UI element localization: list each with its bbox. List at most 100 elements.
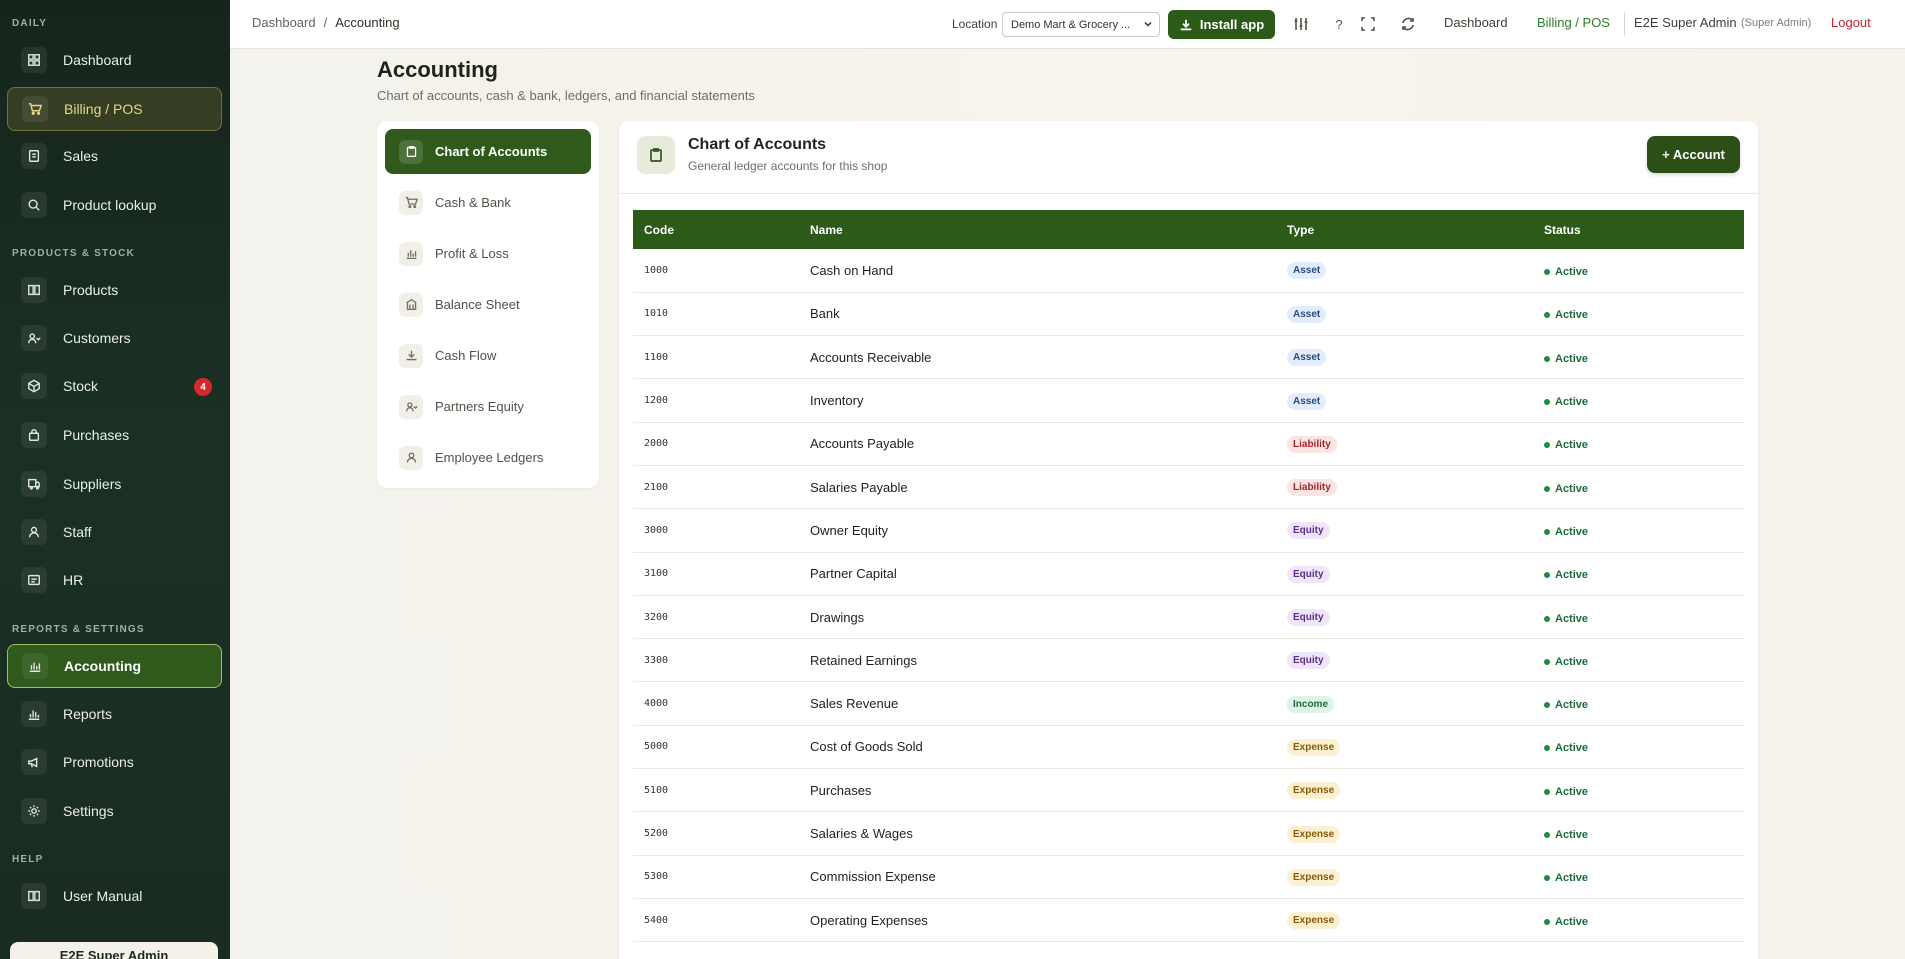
sidebar-item-sales[interactable]: Sales	[7, 134, 222, 178]
status-text: Active	[1555, 872, 1589, 885]
fullscreen-icon[interactable]	[1358, 14, 1378, 34]
table-row[interactable]: 5100 Purchases Expense Active	[633, 768, 1744, 813]
subnav-item-profit-loss[interactable]: Profit & Loss	[385, 231, 591, 276]
status-text: Active	[1555, 396, 1589, 409]
status-text: Active	[1555, 612, 1589, 625]
account-status-cell: Active	[1533, 638, 1744, 683]
topbar-link-dashboard[interactable]: Dashboard	[1444, 15, 1508, 30]
table-row[interactable]: 1200 Inventory Asset Active	[633, 378, 1744, 423]
sidebar-item-label: Customers	[63, 330, 131, 346]
logout-link[interactable]: Logout	[1831, 15, 1871, 30]
subnav-item-partners-equity[interactable]: Partners Equity	[385, 384, 591, 429]
sidebar-item-hr[interactable]: HR	[7, 558, 222, 602]
table-row[interactable]: 1000 Cash on Hand Asset Active	[633, 249, 1744, 293]
status-dot-icon	[1544, 615, 1550, 622]
book-icon	[21, 277, 47, 303]
sidebar-item-accounting[interactable]: Accounting	[7, 644, 222, 688]
status-badge: Active	[1544, 742, 1588, 754]
subnav-item-cash-flow[interactable]: Cash Flow	[385, 333, 591, 378]
status-text: Active	[1555, 352, 1589, 365]
cart-icon	[22, 96, 48, 122]
sidebar-item-user-manual[interactable]: User Manual	[7, 874, 222, 918]
status-badge: Active	[1544, 439, 1588, 451]
users-icon	[399, 394, 423, 419]
breadcrumb-dashboard[interactable]: Dashboard	[252, 15, 316, 30]
location-value: Demo Mart & Grocery ...	[1011, 18, 1131, 31]
help-icon[interactable]: ?	[1329, 14, 1349, 34]
sidebar-user-card[interactable]: E2E Super Admin	[10, 942, 218, 959]
account-status-cell: Active	[1533, 465, 1744, 510]
table-row[interactable]: 3100 Partner Capital Equity Active	[633, 552, 1744, 596]
account-code: 3200	[633, 595, 799, 640]
page-subtitle: Chart of accounts, cash & bank, ledgers,…	[377, 88, 755, 103]
sidebar-item-dashboard[interactable]: Dashboard	[7, 38, 222, 82]
account-type-badge: Asset	[1287, 349, 1327, 367]
table-row[interactable]: 1010 Bank Asset Active	[633, 292, 1744, 337]
table-row[interactable]: 2000 Accounts Payable Liability Active	[633, 422, 1744, 466]
sidebar-item-customers[interactable]: Customers	[7, 316, 222, 360]
account-type-cell: Equity	[1276, 552, 1533, 596]
account-name: Bank	[799, 292, 1276, 337]
sliders-icon[interactable]	[1291, 14, 1311, 34]
bar-chart-icon	[399, 241, 423, 266]
sidebar-item-purchases[interactable]: Purchases	[7, 413, 222, 457]
sidebar-item-label: Accounting	[64, 658, 141, 674]
subnav-item-chart-of-accounts[interactable]: Chart of Accounts	[385, 129, 591, 174]
column-header-name[interactable]: Name	[799, 210, 1276, 249]
account-status-cell: Active	[1533, 335, 1744, 380]
table-row[interactable]: 3200 Drawings Equity Active	[633, 595, 1744, 640]
location-select[interactable]: Demo Mart & Grocery ...	[1002, 12, 1160, 37]
sidebar: DAILY Dashboard Billing / POS Sales Prod…	[0, 0, 230, 959]
sidebar-item-label: Promotions	[63, 754, 134, 770]
account-status-cell: Active	[1533, 292, 1744, 337]
table-row[interactable]: 4000 Sales Revenue Income Active	[633, 681, 1744, 726]
column-header-type[interactable]: Type	[1276, 210, 1533, 249]
account-code: 5100	[633, 768, 799, 813]
download-icon	[1180, 19, 1192, 30]
column-header-code[interactable]: Code	[633, 210, 799, 249]
search-icon	[21, 192, 47, 218]
status-dot-icon	[1544, 268, 1550, 275]
subnav-item-balance-sheet[interactable]: Balance Sheet	[385, 282, 591, 327]
sidebar-item-products[interactable]: Products	[7, 268, 222, 312]
sidebar-item-product-lookup[interactable]: Product lookup	[7, 183, 222, 227]
topbar-link-billing-pos[interactable]: Billing / POS	[1537, 15, 1610, 30]
table-row[interactable]: 5400 Operating Expenses Expense Active	[633, 898, 1744, 943]
sidebar-item-stock[interactable]: Stock 4	[7, 364, 222, 408]
account-status-cell: Active	[1533, 595, 1744, 640]
status-dot-icon	[1544, 702, 1550, 709]
section-title-help: HELP	[12, 854, 44, 865]
megaphone-icon	[21, 749, 47, 775]
subnav-item-label: Cash & Bank	[435, 195, 511, 210]
install-app-button[interactable]: Install app	[1168, 10, 1275, 39]
table-row[interactable]: 1100 Accounts Receivable Asset Active	[633, 335, 1744, 380]
topbar-divider	[1624, 12, 1625, 36]
table-row[interactable]: 3000 Owner Equity Equity Active	[633, 508, 1744, 553]
sidebar-item-staff[interactable]: Staff	[7, 510, 222, 554]
table-row[interactable]: 3300 Retained Earnings Equity Active	[633, 638, 1744, 683]
sidebar-item-reports[interactable]: Reports	[7, 692, 222, 736]
table-row[interactable]: 5000 Cost of Goods Sold Expense Active	[633, 725, 1744, 770]
sidebar-item-promotions[interactable]: Promotions	[7, 740, 222, 784]
column-header-status[interactable]: Status	[1533, 210, 1744, 249]
account-name: Salaries Payable	[799, 465, 1276, 510]
topbar: Dashboard / Accounting Location Demo Mart …	[230, 0, 1905, 49]
table-row[interactable]: 5300 Commission Expense Expense Active	[633, 855, 1744, 899]
table-row[interactable]: 5200 Salaries & Wages Expense Active	[633, 811, 1744, 856]
clipboard-icon	[637, 136, 675, 174]
status-dot-icon	[1544, 312, 1550, 319]
sidebar-item-label: Suppliers	[63, 476, 122, 492]
account-type-badge: Liability	[1287, 479, 1337, 497]
sidebar-item-settings[interactable]: Settings	[7, 789, 222, 833]
account-type-cell: Equity	[1276, 508, 1533, 553]
refresh-icon[interactable]	[1398, 14, 1418, 34]
sidebar-item-suppliers[interactable]: Suppliers	[7, 462, 222, 506]
add-account-button[interactable]: + Account	[1647, 136, 1740, 173]
table-row[interactable]: 2100 Salaries Payable Liability Active	[633, 465, 1744, 510]
table-header-row: Code Name Type Status	[633, 210, 1744, 249]
subnav-item-employee-ledgers[interactable]: Employee Ledgers	[385, 435, 591, 480]
subnav-item-cash-bank[interactable]: Cash & Bank	[385, 180, 591, 225]
account-type-badge: Expense	[1287, 912, 1341, 930]
location-label: Location	[952, 17, 998, 31]
sidebar-item-billing-pos[interactable]: Billing / POS	[7, 87, 222, 131]
